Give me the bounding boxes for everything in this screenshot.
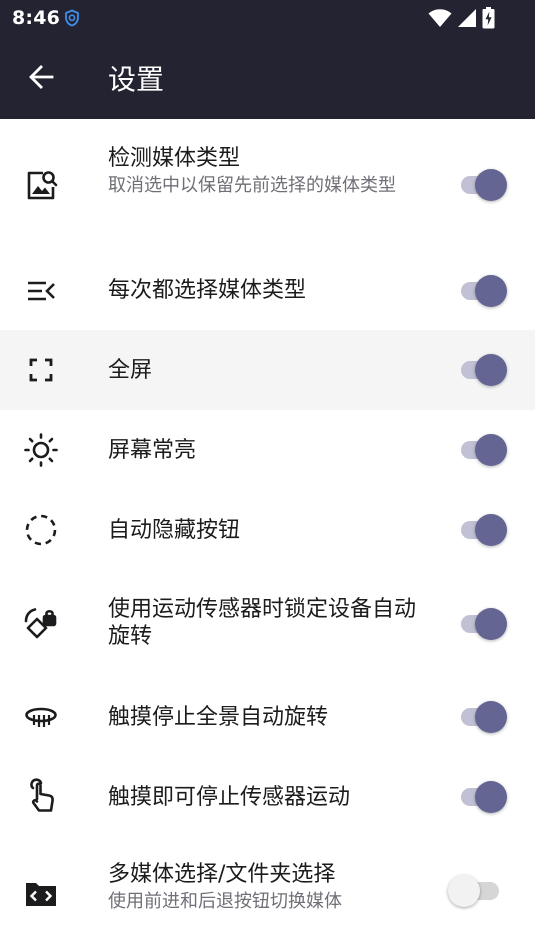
fullscreen-switch[interactable] [458,352,510,388]
setting-title: 每次都选择媒体类型 [108,278,307,303]
fullscreen-icon [22,351,60,389]
setting-title: 多媒体选择/文件夹选择 [108,862,336,887]
setting-media-folder-selection[interactable]: 多媒体选择/文件夹选择 使用前进和后退按钮切换媒体 [0,837,535,943]
app-bar: 设置 [0,37,535,119]
menu-open-icon [22,272,60,310]
image-search-icon [22,166,60,204]
auto-hide-buttons-switch[interactable] [458,512,510,548]
touch-stop-panorama-rotation-switch[interactable] [458,699,510,735]
back-button[interactable] [18,56,64,102]
setting-lock-rotation[interactable]: 使用运动传感器时锁定设备自动旋转 [0,570,535,677]
panorama-360-icon [22,698,60,736]
touch-hand-icon [22,777,60,815]
setting-fullscreen[interactable]: 全屏 [0,330,535,410]
setting-title: 使用运动传感器时锁定设备自动旋转 [108,597,417,649]
dashed-circle-icon [22,511,60,549]
detect-media-type-switch[interactable] [458,167,510,203]
setting-summary: 取消选中以保留先前选择的媒体类型 [108,175,396,196]
setting-summary: 使用前进和后退按钮切换媒体 [108,891,342,912]
touch-stop-sensor-motion-switch[interactable] [458,779,510,815]
setting-title: 屏幕常亮 [108,438,197,463]
folder-code-icon [22,875,60,913]
always-choose-media-type-switch[interactable] [458,273,510,309]
setting-title: 触摸即可停止传感器运动 [108,785,351,810]
lock-rotation-switch[interactable] [458,606,510,642]
app-notification-icon [63,9,81,27]
battery-charging-icon [482,7,495,29]
setting-always-choose-media-type[interactable]: 每次都选择媒体类型 [0,252,535,330]
page-title: 设置 [108,63,165,96]
setting-title: 触摸停止全景自动旋转 [108,705,329,730]
keep-screen-on-switch[interactable] [458,432,510,468]
setting-keep-screen-on[interactable]: 屏幕常亮 [0,410,535,490]
setting-detect-media-type[interactable]: 检测媒体类型 取消选中以保留先前选择的媒体类型 [0,119,535,252]
setting-title: 自动隐藏按钮 [108,518,241,543]
status-time: 8:46 [12,7,61,29]
setting-touch-stop-panorama-rotation[interactable]: 触摸停止全景自动旋转 [0,677,535,757]
cellular-signal-icon [457,8,477,28]
setting-auto-hide-buttons[interactable]: 自动隐藏按钮 [0,490,535,570]
wifi-icon [428,8,452,28]
setting-touch-stop-sensor-motion[interactable]: 触摸即可停止传感器运动 [0,757,535,837]
setting-title: 检测媒体类型 [108,146,241,171]
brightness-icon [22,431,60,469]
status-bar: 8:46 [0,0,535,37]
screen-lock-rotation-icon [22,605,60,643]
settings-list: 检测媒体类型 取消选中以保留先前选择的媒体类型 每次都选择媒体类型 全屏 屏幕常… [0,119,535,943]
setting-title: 全屏 [108,358,153,383]
arrow-back-icon [28,64,54,94]
media-folder-selection-switch[interactable] [448,873,510,909]
